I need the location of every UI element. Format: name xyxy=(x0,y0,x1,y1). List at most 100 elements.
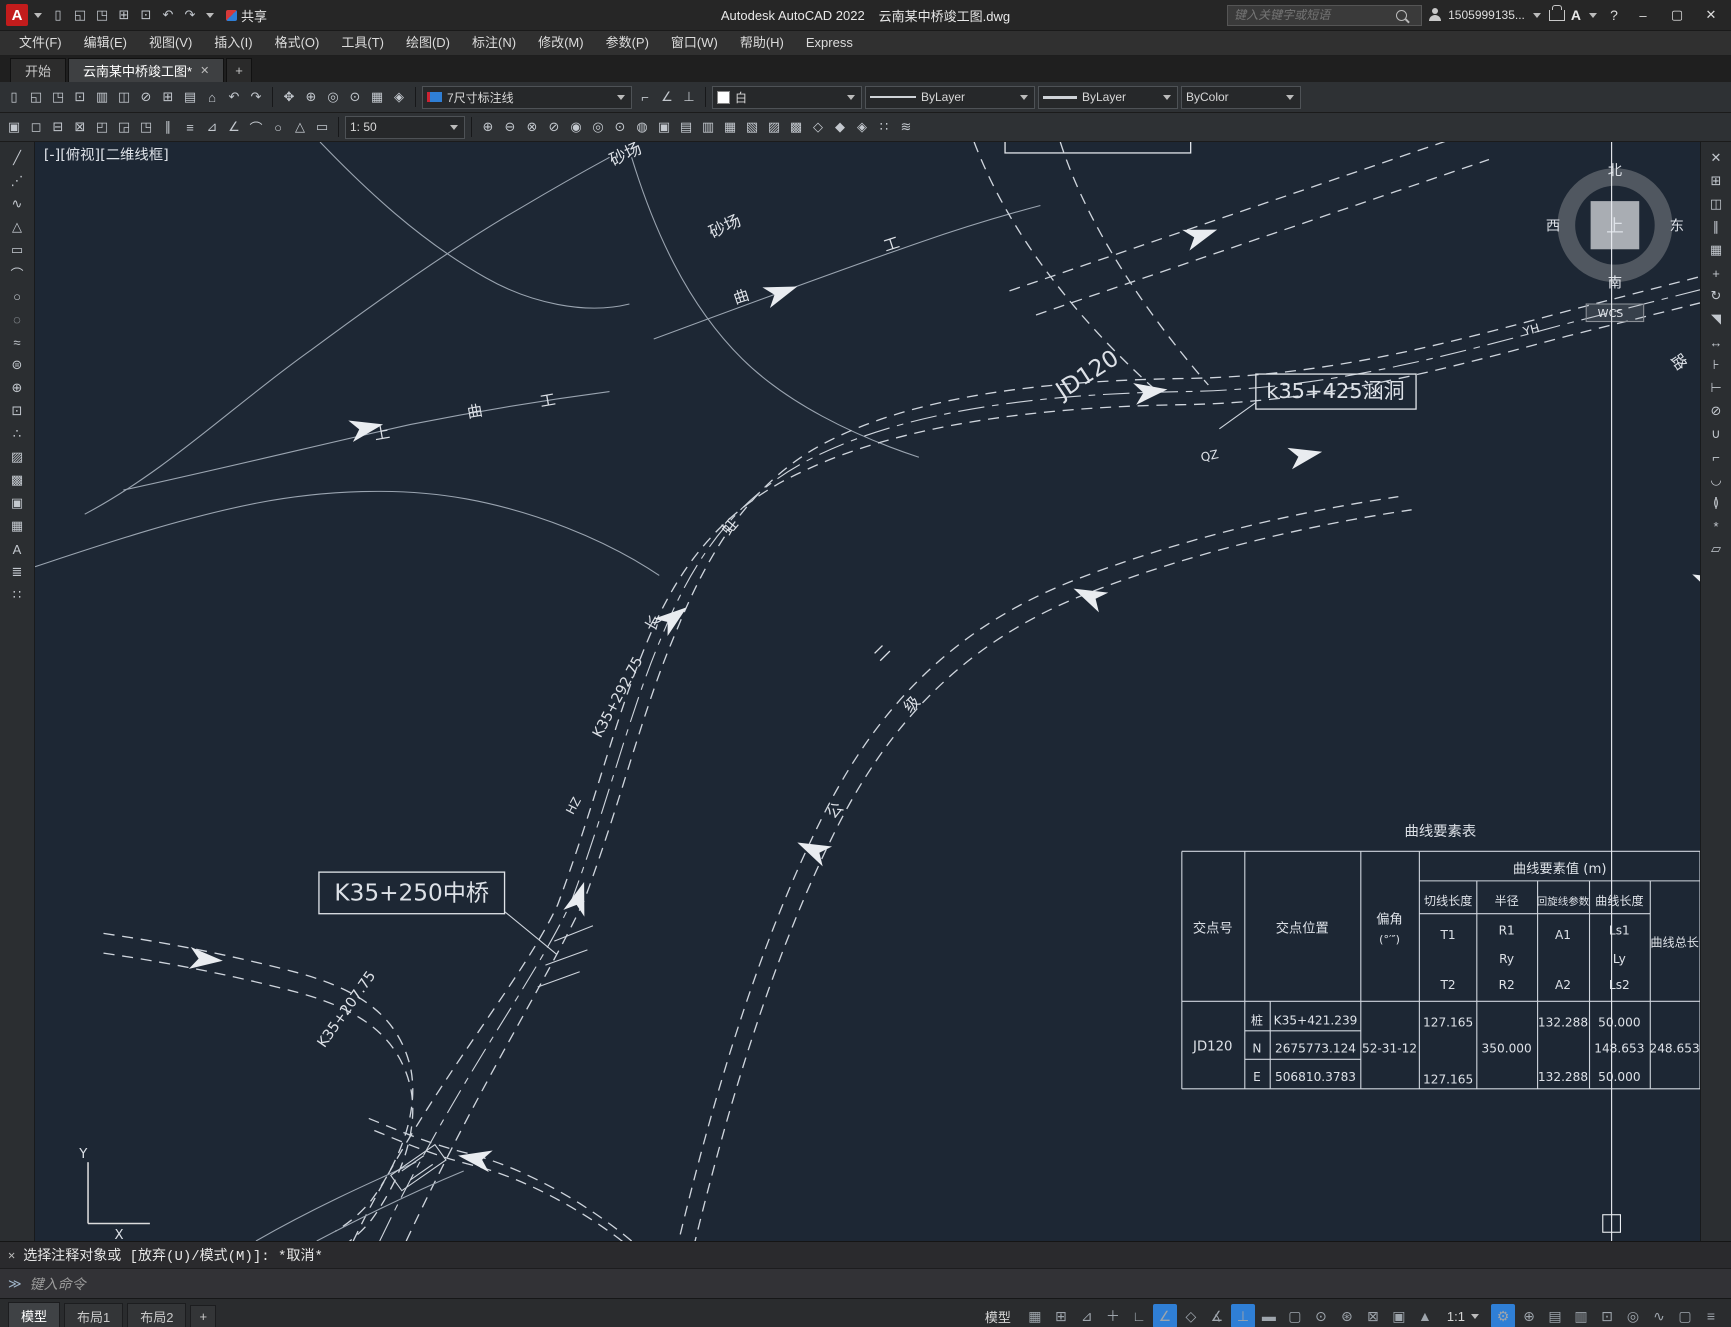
rectangle-icon[interactable]: ▭ xyxy=(7,240,27,260)
annotate-icon[interactable]: ⊿ xyxy=(202,117,222,137)
publish-icon[interactable]: ◫ xyxy=(114,87,134,107)
menu-item-5[interactable]: 工具(T) xyxy=(330,31,395,55)
field-icon[interactable]: ⊘ xyxy=(544,117,564,137)
divide-icon[interactable]: ∷ xyxy=(874,117,894,137)
zoom-previous-icon[interactable]: ⊙ xyxy=(345,87,365,107)
new-icon[interactable]: ▯ xyxy=(4,87,24,107)
scale-icon[interactable]: ◥ xyxy=(1706,309,1726,329)
dim-angular-icon[interactable]: ∠ xyxy=(657,87,677,107)
menu-item-11[interactable]: 帮助(H) xyxy=(729,31,795,55)
text-icon[interactable]: A xyxy=(7,539,27,559)
align-icon[interactable]: ▱ xyxy=(1706,539,1726,559)
menu-item-12[interactable]: Express xyxy=(795,31,864,55)
multiline-icon[interactable]: ◆ xyxy=(830,117,850,137)
clean-screen-icon[interactable]: ▢ xyxy=(1673,1304,1697,1327)
menu-item-6[interactable]: 绘图(D) xyxy=(395,31,461,55)
region-icon[interactable]: ▩ xyxy=(786,117,806,137)
layer-walk-icon[interactable]: ∥ xyxy=(158,117,178,137)
save-icon[interactable]: ◳ xyxy=(92,5,112,25)
tab-model[interactable]: 模型 xyxy=(8,1302,61,1327)
grid-icon[interactable]: ▦ xyxy=(1023,1304,1047,1327)
lineweight-combo[interactable]: ByLayer xyxy=(1038,85,1178,109)
zoom-window-icon[interactable]: ◎ xyxy=(323,87,343,107)
redo-icon[interactable]: ↷ xyxy=(180,5,200,25)
label-char[interactable]: 路 xyxy=(1667,351,1691,374)
mtext-icon[interactable]: ≣ xyxy=(7,562,27,582)
boundary-icon[interactable]: ▨ xyxy=(764,117,784,137)
contour-lines[interactable] xyxy=(35,142,1041,576)
mleader-icon[interactable]: ∠ xyxy=(224,117,244,137)
menu-item-8[interactable]: 修改(M) xyxy=(527,31,595,55)
new-layout-button[interactable]: + xyxy=(190,1304,217,1327)
label-char[interactable]: 二 xyxy=(870,641,894,664)
logo-caret-icon[interactable] xyxy=(34,12,42,18)
user-caret-icon[interactable] xyxy=(1532,12,1541,18)
search-input[interactable] xyxy=(1232,7,1397,23)
command-input[interactable]: 键入命令 xyxy=(30,1274,86,1294)
explode-icon[interactable]: * xyxy=(1706,516,1726,536)
label-hz[interactable]: HZ xyxy=(563,795,584,817)
osnap-tracking-icon[interactable]: ∡ xyxy=(1205,1304,1229,1327)
isolate-objects-icon[interactable]: ◎ xyxy=(1621,1304,1645,1327)
minimize-button[interactable]: – xyxy=(1629,2,1657,28)
match-properties-icon[interactable]: ⌂ xyxy=(202,87,222,107)
point-style-icon[interactable]: ◇ xyxy=(808,117,828,137)
layer-merge-icon[interactable]: ≡ xyxy=(180,117,200,137)
save-as-icon[interactable]: ⊞ xyxy=(114,5,134,25)
viewcube[interactable]: 上 北 西 东 南 WCS xyxy=(1546,162,1684,323)
revcloud-icon[interactable]: ◈ xyxy=(852,117,872,137)
copy-clip-icon[interactable]: ⊞ xyxy=(158,87,178,107)
app-store-cart-icon[interactable] xyxy=(1548,4,1565,21)
account-caret-icon[interactable] xyxy=(1589,12,1597,18)
top-right-road[interactable] xyxy=(1009,142,1490,316)
label-station-1[interactable]: K35+292.75 xyxy=(590,654,646,740)
object-snap-icon[interactable]: ⊥ xyxy=(1230,1304,1255,1327)
stretch-icon[interactable]: ↔ xyxy=(1706,332,1726,352)
close-button[interactable]: ✕ xyxy=(1697,2,1725,28)
drawing-labels[interactable]: 砂场 砂场 JD120 K35+292.75 K35+207.75 HZ QZ … xyxy=(315,142,1691,1051)
drawing-area[interactable]: 砂场 砂场 JD120 K35+292.75 K35+207.75 HZ QZ … xyxy=(35,142,1700,1241)
plot-icon[interactable]: ⊡ xyxy=(70,87,90,107)
search-icon[interactable] xyxy=(1396,9,1408,21)
selection-cycling-icon[interactable]: ⊙ xyxy=(1309,1304,1333,1327)
label-sand-1[interactable]: 砂场 xyxy=(606,142,644,170)
scale-combo[interactable]: 1: 50 xyxy=(345,115,465,139)
fillet-icon[interactable]: ◡ xyxy=(1706,470,1726,490)
layer-lock-icon[interactable]: ⊠ xyxy=(70,117,90,137)
infer-constraints-icon[interactable]: ⊿ xyxy=(1075,1304,1099,1327)
group-icon[interactable]: ◉ xyxy=(566,117,586,137)
label-sand-2[interactable]: 砂场 xyxy=(706,211,744,242)
circle-tool-icon[interactable]: ○ xyxy=(268,117,288,137)
label-yh[interactable]: YH xyxy=(1520,321,1541,339)
lineweight-icon[interactable]: ▬ xyxy=(1257,1304,1281,1327)
break-icon[interactable]: ⊘ xyxy=(1706,401,1726,421)
layer-freeze-icon[interactable]: ⊟ xyxy=(48,117,68,137)
units-icon[interactable]: ▤ xyxy=(1543,1304,1567,1327)
polygon-tool-icon[interactable]: △ xyxy=(290,117,310,137)
label-char[interactable]: 工 xyxy=(881,233,901,255)
offset-icon[interactable]: ∥ xyxy=(1706,217,1726,237)
move-icon[interactable]: + xyxy=(1706,263,1726,283)
east-parallel-road[interactable] xyxy=(679,496,1412,1241)
zoom-realtime-icon[interactable]: ⊕ xyxy=(301,87,321,107)
paste-icon[interactable]: ▤ xyxy=(180,87,200,107)
label-culvert[interactable]: k35+425涵洞 xyxy=(1266,379,1404,403)
erase-icon[interactable]: ✕ xyxy=(1706,148,1726,168)
polyline-icon[interactable]: ∿ xyxy=(7,194,27,214)
label-qz[interactable]: QZ xyxy=(1199,447,1219,464)
gradient-icon[interactable]: ▩ xyxy=(7,470,27,490)
bridge-ticks[interactable] xyxy=(537,925,594,988)
annotation-visibility-icon[interactable]: ▣ xyxy=(1387,1304,1411,1327)
dynamic-input-icon[interactable]: ＋ xyxy=(1101,1304,1125,1327)
undo-icon[interactable]: ↶ xyxy=(224,87,244,107)
menu-item-4[interactable]: 格式(O) xyxy=(264,31,331,55)
arc-tool-icon[interactable]: ⌒ xyxy=(246,117,266,137)
customization-icon[interactable]: ≡ xyxy=(1699,1304,1723,1327)
undo-icon[interactable]: ↶ xyxy=(158,5,178,25)
rect-tool-icon[interactable]: ▭ xyxy=(312,117,332,137)
dynamic-ucs-icon[interactable]: ⊠ xyxy=(1361,1304,1385,1327)
make-current-icon[interactable]: ◳ xyxy=(136,117,156,137)
workspace-switch-icon[interactable]: ⚙ xyxy=(1491,1304,1515,1327)
open-folder-icon[interactable]: ◱ xyxy=(70,5,90,25)
viewport-controls[interactable]: [-][俯视][二维线框] xyxy=(44,147,169,164)
